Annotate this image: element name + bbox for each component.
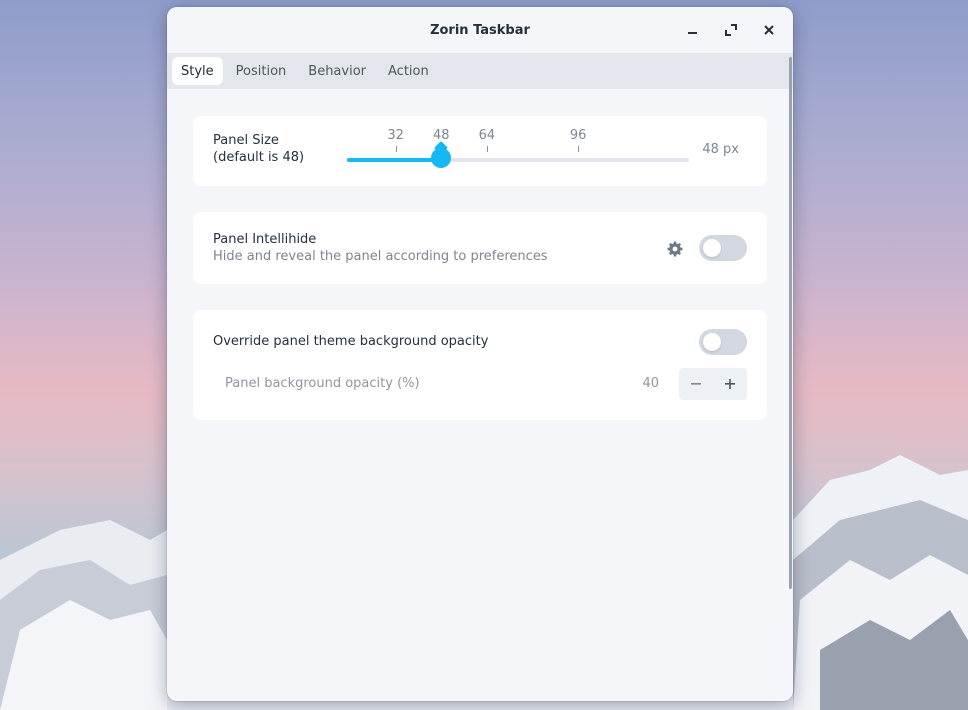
decrease-button[interactable]: [679, 368, 713, 400]
intellihide-settings-button[interactable]: [665, 239, 685, 259]
plus-icon: [725, 379, 735, 389]
settings-window: Zorin Taskbar Style Position Behavior Ac…: [167, 7, 793, 701]
tick-label: 32: [387, 128, 404, 143]
slider-handle[interactable]: [431, 148, 452, 168]
title-bar[interactable]: Zorin Taskbar: [167, 7, 793, 53]
opacity-percent-label: Panel background opacity (%): [225, 376, 420, 391]
style-page: Panel Size (default is 48) 32 48 64 96 48 p…: [167, 89, 793, 701]
panel-size-label: Panel Size: [213, 133, 279, 148]
tab-position[interactable]: Position: [227, 57, 296, 85]
panel-size-slider[interactable]: [347, 158, 689, 162]
panel-size-default-label: (default is 48): [213, 150, 305, 165]
panel-size-value: 48 px: [702, 142, 739, 157]
opacity-card: Override panel theme background opacity …: [193, 310, 767, 420]
intellihide-card: Panel Intellihide Hide and reveal the pa…: [193, 212, 767, 284]
tick-label: 96: [569, 128, 587, 143]
minimize-icon: [688, 32, 697, 34]
close-button[interactable]: [757, 18, 781, 42]
toggle-thumb: [703, 239, 721, 257]
intellihide-toggle[interactable]: [699, 235, 747, 261]
tick-mark: [578, 146, 580, 152]
tab-bar: Style Position Behavior Action: [167, 53, 793, 89]
slider-fill: [347, 158, 442, 162]
opacity-value[interactable]: 40: [642, 376, 659, 391]
increase-button[interactable]: [713, 368, 747, 400]
intellihide-description: Hide and reveal the panel according to p…: [213, 249, 548, 264]
opacity-override-label: Override panel theme background opacity: [213, 334, 489, 349]
tick-label: 64: [478, 128, 496, 143]
minimize-button[interactable]: [681, 18, 705, 42]
tick-mark: [395, 146, 397, 152]
tab-style[interactable]: Style: [172, 57, 223, 85]
maximize-icon: [725, 24, 737, 36]
close-icon: [764, 25, 774, 35]
opacity-stepper: [679, 368, 747, 400]
intellihide-label: Panel Intellihide: [213, 232, 317, 247]
panel-size-card: Panel Size (default is 48) 32 48 64 96 48 p…: [193, 116, 767, 186]
tab-action[interactable]: Action: [379, 57, 438, 85]
gear-icon: [667, 241, 683, 257]
tick-mark: [486, 146, 488, 152]
maximize-button[interactable]: [719, 18, 743, 42]
window-title: Zorin Taskbar: [430, 22, 530, 38]
scrollbar[interactable]: [789, 57, 792, 589]
opacity-override-toggle[interactable]: [699, 329, 747, 355]
tab-behavior[interactable]: Behavior: [299, 57, 375, 85]
toggle-thumb: [703, 333, 721, 351]
minus-icon: [691, 383, 701, 385]
